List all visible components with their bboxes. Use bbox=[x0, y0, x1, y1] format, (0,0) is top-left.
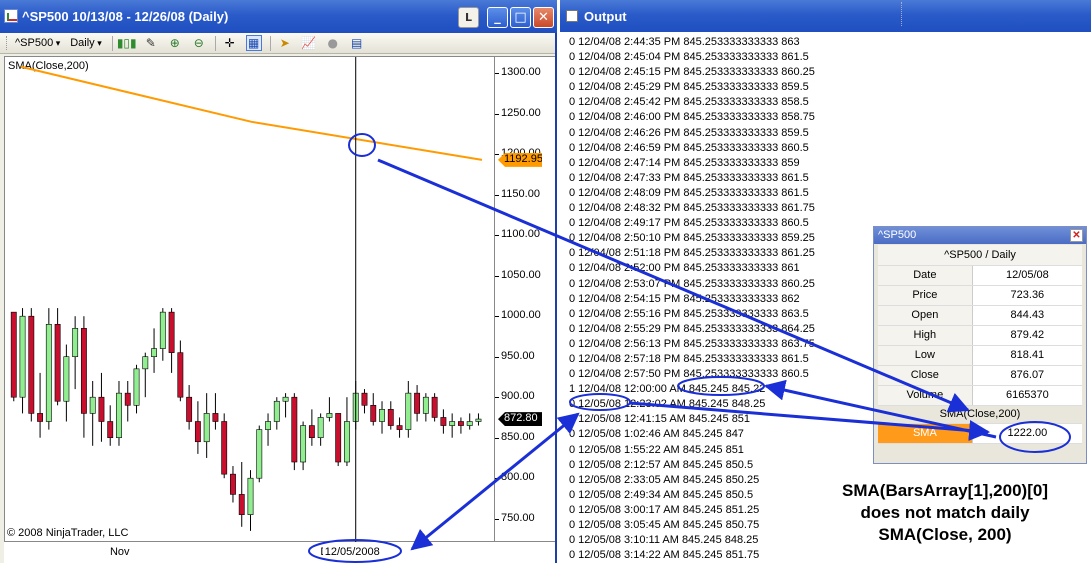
annotation-overlay bbox=[308, 133, 1071, 563]
arrow-output-to-databox bbox=[629, 401, 991, 441]
highlight-ellipse-sma-value bbox=[999, 421, 1071, 453]
highlight-ellipse-output-value bbox=[677, 376, 765, 396]
arrow-sma-to-databox bbox=[377, 158, 970, 413]
highlight-ellipse-date bbox=[308, 539, 402, 563]
arrow-date-link bbox=[410, 412, 580, 551]
highlight-ellipse-sma-point bbox=[348, 133, 376, 157]
highlight-ellipse-output-date bbox=[569, 393, 631, 411]
